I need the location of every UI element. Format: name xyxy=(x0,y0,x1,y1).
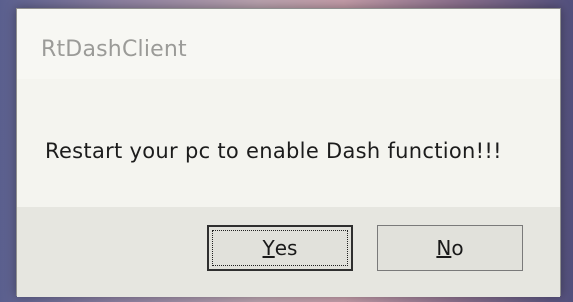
desktop-background: RtDashClient Restart your pc to enable D… xyxy=(0,0,573,302)
yes-button-mnemonic: Y xyxy=(262,236,275,260)
no-button[interactable]: No xyxy=(377,225,523,271)
dialog-content: Restart your pc to enable Dash function!… xyxy=(17,79,560,207)
dialog-message: Restart your pc to enable Dash function!… xyxy=(45,139,502,163)
dialog-title: RtDashClient xyxy=(41,37,187,62)
yes-button-label: es xyxy=(274,236,298,260)
yes-button[interactable]: Yes xyxy=(207,225,353,271)
dialog-button-bar: Yes No xyxy=(17,207,560,297)
no-button-label: o xyxy=(451,236,464,260)
no-button-mnemonic: N xyxy=(436,236,452,260)
message-dialog: RtDashClient Restart your pc to enable D… xyxy=(16,8,561,297)
dialog-titlebar[interactable]: RtDashClient xyxy=(17,9,560,79)
